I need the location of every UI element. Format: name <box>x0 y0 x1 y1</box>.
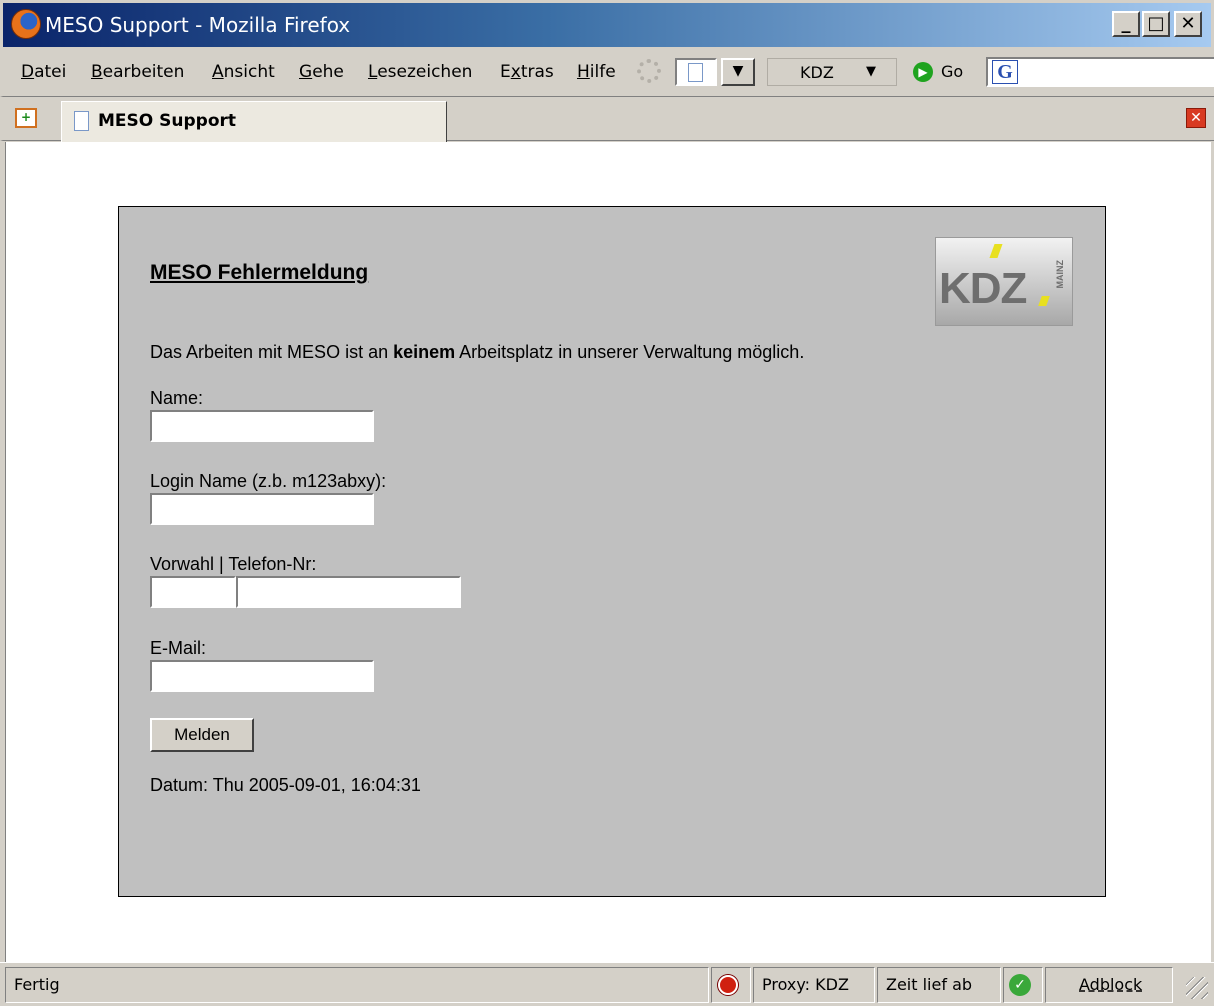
status-bar: Fertig Proxy: KDZ Zeit lief ab ✓ Adblock <box>0 962 1214 1006</box>
menu-datei[interactable]: Datei <box>21 62 66 82</box>
chevron-down-icon: ▼ <box>866 64 876 79</box>
name-field[interactable] <box>150 410 374 442</box>
go-icon[interactable]: ▶ <box>913 62 933 82</box>
phone-number-field[interactable] <box>236 576 461 608</box>
intro-text-start: Das Arbeiten mit MESO ist an <box>150 342 394 362</box>
check-status-cell[interactable]: ✓ <box>1003 967 1043 1003</box>
page-icon <box>74 111 89 131</box>
block-icon[interactable] <box>718 975 738 995</box>
page-style-dropdown[interactable]: ▼ <box>721 58 755 86</box>
window-title: MESO Support - Mozilla Firefox <box>45 13 351 37</box>
close-window-button[interactable]: ✕ <box>1174 11 1202 37</box>
area-code-field[interactable] <box>150 576 236 608</box>
maximize-button[interactable]: □ <box>1142 11 1170 37</box>
menu-bar: Datei Bearbeiten Ansicht Gehe Lesezeiche… <box>0 47 1214 97</box>
block-status-cell[interactable] <box>711 967 751 1003</box>
adblock-status[interactable]: Adblock <box>1045 967 1173 1003</box>
login-name-field[interactable] <box>150 493 374 525</box>
menu-gehe[interactable]: Gehe <box>299 62 344 82</box>
logo-bolt-top <box>989 244 1003 258</box>
page-style-button[interactable] <box>675 58 717 86</box>
intro-text-emphasis: keinem <box>393 342 456 362</box>
menu-bearbeiten[interactable]: Bearbeiten <box>91 62 184 82</box>
window-titlebar[interactable]: MESO Support - Mozilla Firefox _ □ ✕ <box>0 0 1214 47</box>
menu-extras[interactable]: Extras <box>500 62 554 82</box>
page-content: MESO Fehlermeldung KDZ MAINZ Das Arbeite… <box>5 142 1211 962</box>
email-label: E-Mail: <box>150 638 207 658</box>
menu-ansicht[interactable]: Ansicht <box>212 62 275 82</box>
new-tab-icon[interactable]: + <box>15 108 37 128</box>
logo-bolt-bottom <box>1038 296 1050 306</box>
timeout-status: Zeit lief ab <box>877 967 1001 1003</box>
email-field[interactable] <box>150 660 374 692</box>
kdz-logo: KDZ MAINZ <box>935 237 1073 326</box>
search-input[interactable]: G <box>986 57 1214 87</box>
submit-button[interactable]: Melden <box>150 718 254 752</box>
proxy-status[interactable]: Proxy: KDZ <box>753 967 875 1003</box>
page-icon <box>688 63 703 82</box>
login-label: Login Name (z.b. m123abxy): <box>150 471 387 491</box>
throbber-icon <box>637 59 661 83</box>
minimize-button[interactable]: _ <box>1112 11 1140 37</box>
name-label: Name: <box>150 388 204 408</box>
go-button[interactable]: Go <box>941 62 963 81</box>
phone-label: Vorwahl | Telefon-Nr: <box>150 554 317 574</box>
resize-grip-icon[interactable] <box>1186 977 1208 999</box>
logo-subtitle: MAINZ <box>1055 260 1065 289</box>
intro-text-end: Arbeitsplatz in unserer Verwaltung mögli… <box>455 342 805 362</box>
proxy-combo[interactable]: KDZ ▼ <box>767 58 897 86</box>
tab-meso-support[interactable]: MESO Support <box>61 101 447 142</box>
menu-lesezeichen[interactable]: Lesezeichen <box>368 62 472 82</box>
intro-text: Das Arbeiten mit MESO ist an keinem Arbe… <box>150 342 804 363</box>
close-tab-icon[interactable]: ✕ <box>1186 108 1206 128</box>
menu-hilfe[interactable]: Hilfe <box>577 62 616 82</box>
page-title: MESO Fehlermeldung <box>150 261 369 284</box>
logo-wordmark: KDZ <box>939 264 1027 313</box>
proxy-combo-value: KDZ <box>800 63 834 82</box>
check-icon[interactable]: ✓ <box>1009 974 1031 996</box>
tab-label: MESO Support <box>98 111 237 131</box>
tab-bar: + MESO Support ✕ <box>0 97 1214 142</box>
date-text: Datum: Thu 2005-09-01, 16:04:31 <box>150 775 421 795</box>
form-panel: MESO Fehlermeldung KDZ MAINZ Das Arbeite… <box>118 206 1106 897</box>
google-search-icon[interactable]: G <box>992 60 1018 84</box>
status-text: Fertig <box>5 967 709 1003</box>
firefox-logo-icon[interactable] <box>11 9 41 39</box>
